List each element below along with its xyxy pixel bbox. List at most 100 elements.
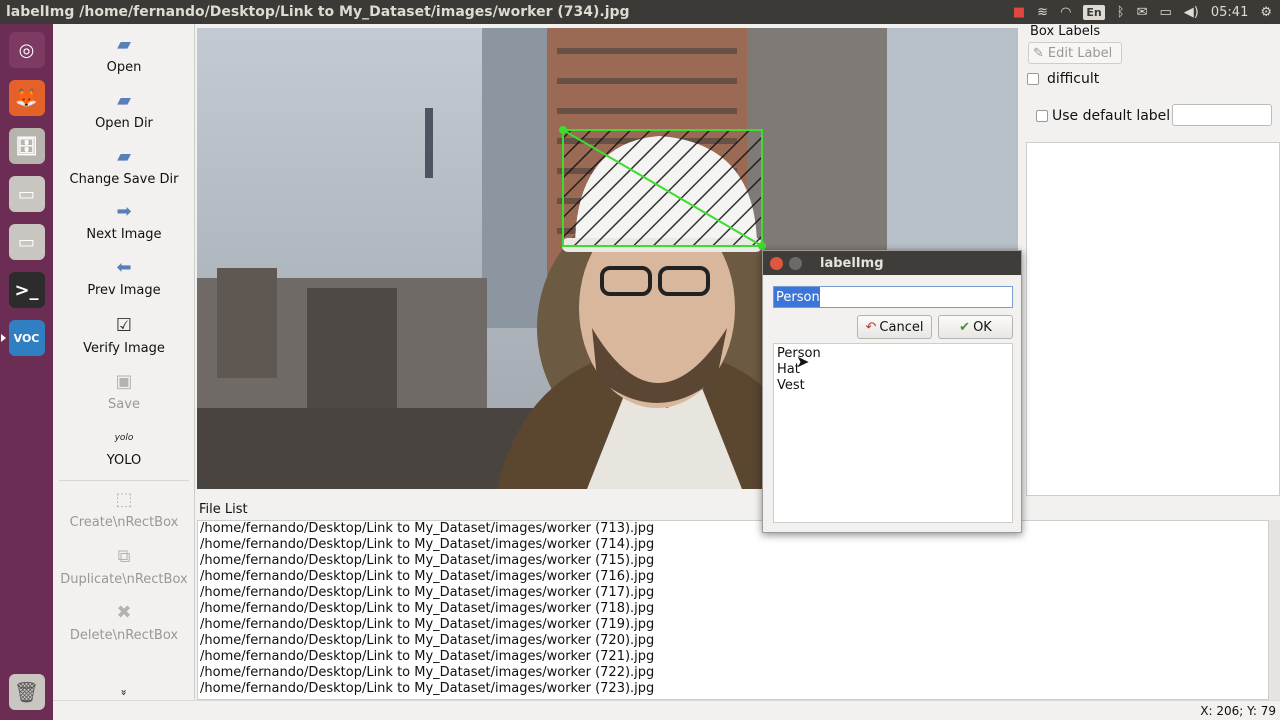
firefox-icon-glyph: 🦊 xyxy=(8,80,45,116)
trash-glyph: 🗑 xyxy=(8,674,45,710)
file-list-item[interactable]: /home/fernando/Desktop/Link to My_Datase… xyxy=(198,649,1268,665)
file-list-item[interactable]: /home/fernando/Desktop/Link to My_Datase… xyxy=(198,585,1268,601)
yolo-icon: yolo xyxy=(114,433,134,443)
volume-icon[interactable]: ◀) xyxy=(1184,5,1199,20)
bluetooth-icon[interactable]: ᛒ xyxy=(1117,5,1125,20)
prev-image-button[interactable]: ⬅ Prev Image xyxy=(53,257,195,298)
mail-icon[interactable]: ✉ xyxy=(1137,5,1148,20)
label-option[interactable]: Vest xyxy=(777,378,1009,394)
open-dir-label: Open Dir xyxy=(95,116,153,131)
top-panel: labelImg /home/fernando/Desktop/Link to … xyxy=(0,0,1280,24)
create-rect-icon: ⬚ xyxy=(115,489,133,510)
file-list-item[interactable]: /home/fernando/Desktop/Link to My_Datase… xyxy=(198,681,1268,697)
file-list-item[interactable]: /home/fernando/Desktop/Link to My_Datase… xyxy=(198,665,1268,681)
cancel-button[interactable]: ↶ Cancel xyxy=(857,315,932,339)
drive-icon-2-glyph: ▭ xyxy=(8,224,45,260)
use-default-label-box[interactable] xyxy=(1036,110,1048,122)
label-option[interactable]: Person xyxy=(777,346,1009,362)
files-icon-glyph: 🗄 xyxy=(8,128,45,164)
files-icon[interactable]: 🗄 xyxy=(5,124,49,168)
delete-rectbox-button[interactable]: ✖ Delete\nRectBox xyxy=(53,602,195,643)
folder-icon: ▰ xyxy=(117,146,131,167)
mouse-pointer-icon: ➤ xyxy=(796,352,810,371)
ok-label: OK xyxy=(973,319,992,335)
label-input[interactable] xyxy=(773,286,1013,308)
folder-icon: ▰ xyxy=(117,90,131,111)
terminal-icon-glyph: >_ xyxy=(8,272,45,308)
duplicate-rectbox-button[interactable]: ⧉ Duplicate\nRectBox xyxy=(53,546,195,587)
file-list-item[interactable]: /home/fernando/Desktop/Link to My_Datase… xyxy=(198,537,1268,553)
system-tray: ■ ≋ ◠ En ᛒ ✉ ▭ ◀) 05:41 ⚙ xyxy=(1013,0,1272,24)
network-icon[interactable]: ≋ xyxy=(1037,5,1048,20)
label-list[interactable] xyxy=(1026,142,1280,496)
terminal-icon[interactable]: >_ xyxy=(5,268,49,312)
recording-icon[interactable]: ■ xyxy=(1013,5,1025,20)
arrow-right-icon: ➡ xyxy=(116,201,132,222)
ok-button[interactable]: ✔ OK xyxy=(938,315,1013,339)
undo-icon: ↶ xyxy=(865,319,877,335)
edit-label-button[interactable]: ✎ Edit Label xyxy=(1028,42,1122,64)
arrow-left-icon: ⬅ xyxy=(116,257,132,278)
battery-icon[interactable]: ▭ xyxy=(1160,5,1172,20)
open-label: Open xyxy=(106,60,142,75)
keyboard-layout[interactable]: En xyxy=(1083,4,1105,20)
difficult-checkbox[interactable]: difficult xyxy=(1027,71,1099,87)
default-label-input[interactable] xyxy=(1172,104,1272,126)
ubuntu-dash-icon-glyph: ◎ xyxy=(8,32,45,68)
box-labels-title: Box Labels xyxy=(1030,24,1101,39)
file-list-item[interactable]: /home/fernando/Desktop/Link to My_Datase… xyxy=(198,569,1268,585)
check-icon: ✔ xyxy=(959,319,971,335)
maximize-icon[interactable] xyxy=(789,256,802,270)
trash-icon[interactable]: 🗑 xyxy=(5,670,49,714)
file-list-scrollbar[interactable] xyxy=(1269,520,1280,700)
file-list[interactable]: /home/fernando/Desktop/Link to My_Datase… xyxy=(197,520,1269,700)
close-icon[interactable] xyxy=(770,256,783,270)
file-list-item[interactable]: /home/fernando/Desktop/Link to My_Datase… xyxy=(198,601,1268,617)
change-save-dir-button[interactable]: ▰ Change Save Dir xyxy=(53,146,195,187)
dialog-title: labelImg xyxy=(820,255,884,271)
firefox-icon[interactable]: 🦊 xyxy=(5,76,49,120)
label-option[interactable]: Hat xyxy=(777,362,1009,378)
create-rectbox-label: Create\nRectBox xyxy=(69,515,179,530)
file-list-item[interactable]: /home/fernando/Desktop/Link to My_Datase… xyxy=(198,553,1268,569)
folder-icon: ▰ xyxy=(117,34,131,55)
voc-icon[interactable]: VOC xyxy=(0,316,49,360)
dialog-titlebar: labelImg xyxy=(763,251,1021,275)
clock[interactable]: 05:41 xyxy=(1211,5,1248,20)
file-list-item[interactable]: /home/fernando/Desktop/Link to My_Datase… xyxy=(198,617,1268,633)
wifi-icon[interactable]: ◠ xyxy=(1060,5,1071,20)
save-label: Save xyxy=(108,397,140,412)
change-save-dir-label: Change Save Dir xyxy=(69,172,179,187)
save-icon: ▣ xyxy=(115,371,133,392)
difficult-box[interactable] xyxy=(1027,73,1039,85)
window-title: labelImg /home/fernando/Desktop/Link to … xyxy=(6,4,630,20)
verify-image-button[interactable]: ☑ Verify Image xyxy=(53,315,195,356)
prev-image-label: Prev Image xyxy=(87,283,161,298)
save-button[interactable]: ▣ Save xyxy=(53,371,195,412)
launcher: ◎ 🦊 🗄 ▭ ▭ >_ VOC 🗑 xyxy=(0,24,53,720)
cursor-coords: X: 206; Y: 79 xyxy=(1200,704,1276,718)
gear-icon[interactable]: ⚙ xyxy=(1260,5,1272,20)
drive-icon-2[interactable]: ▭ xyxy=(5,220,49,264)
verify-image-label: Verify Image xyxy=(83,341,165,356)
label-dialog: labelImg ↶ Cancel ✔ OK PersonHatVest xyxy=(762,250,1022,533)
status-bar: X: 206; Y: 79 xyxy=(53,700,1280,720)
open-dir-button[interactable]: ▰ Open Dir xyxy=(53,90,195,131)
next-image-button[interactable]: ➡ Next Image xyxy=(53,201,195,242)
yolo-button[interactable]: yolo YOLO xyxy=(53,427,195,468)
ubuntu-dash-icon[interactable]: ◎ xyxy=(5,28,49,72)
file-list-item[interactable]: /home/fernando/Desktop/Link to My_Datase… xyxy=(198,633,1268,649)
delete-rectbox-label: Delete\nRectBox xyxy=(69,628,179,643)
checkbox-icon: ☑ xyxy=(115,315,133,336)
drive-icon-1[interactable]: ▭ xyxy=(5,172,49,216)
open-button[interactable]: ▰ Open xyxy=(53,34,195,75)
edit-label-text: Edit Label xyxy=(1047,45,1113,61)
yolo-label: YOLO xyxy=(106,453,142,468)
next-image-label: Next Image xyxy=(86,227,162,242)
duplicate-icon: ⧉ xyxy=(117,546,131,567)
file-list-item[interactable]: /home/fernando/Desktop/Link to My_Datase… xyxy=(198,521,1268,537)
create-rectbox-button[interactable]: ⬚ Create\nRectBox xyxy=(53,489,195,530)
use-default-label-checkbox[interactable]: Use default label xyxy=(1036,108,1170,124)
file-list-title: File List xyxy=(199,502,248,517)
duplicate-rectbox-label: Duplicate\nRectBox xyxy=(60,572,188,587)
